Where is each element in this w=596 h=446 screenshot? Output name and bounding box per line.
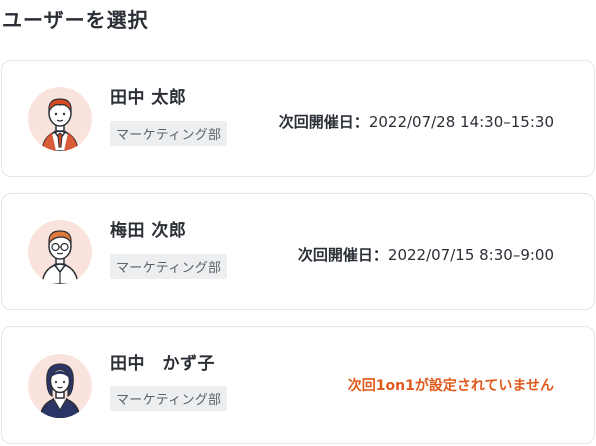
user-card[interactable]: 田中 かず子 マーケティング部 次回1on1が設定されていません: [1, 326, 595, 444]
user-card[interactable]: 田中 太郎 マーケティング部 次回開催日：2022/07/28 14:30–15…: [1, 60, 595, 177]
next-meeting-label: 次回開催日：: [297, 246, 388, 264]
user-name: 梅田 次郎: [110, 221, 187, 241]
department-badge: マーケティング部: [110, 254, 228, 279]
female-avatar-icon: [28, 354, 92, 418]
no-meeting-warning: 次回1on1が設定されていません: [347, 378, 554, 394]
user-card[interactable]: 梅田 次郎 マーケティング部 次回開催日：2022/07/15 8:30–9:0…: [1, 193, 595, 310]
user-name: 田中 太郎: [110, 88, 187, 108]
next-meeting-value: 2022/07/28 14:30–15:30: [368, 113, 554, 131]
user-name: 田中 かず子: [110, 354, 215, 374]
next-meeting-date: 次回開催日：2022/07/28 14:30–15:30: [279, 111, 554, 132]
next-meeting-date: 次回開催日：2022/07/15 8:30–9:00: [298, 244, 554, 265]
male-avatar-icon: [28, 87, 92, 151]
department-badge: マーケティング部: [110, 121, 228, 146]
next-meeting-value: 2022/07/15 8:30–9:00: [387, 246, 554, 264]
next-meeting-label: 次回開催日：: [278, 113, 369, 131]
page-title: ユーザーを選択: [2, 8, 149, 32]
male-glasses-avatar-icon: [28, 220, 92, 284]
user-select-page: ユーザーを選択 田中 太郎 マーケティング部 次回開催日：2022/07/28 …: [0, 0, 596, 446]
department-badge: マーケティング部: [110, 386, 228, 411]
